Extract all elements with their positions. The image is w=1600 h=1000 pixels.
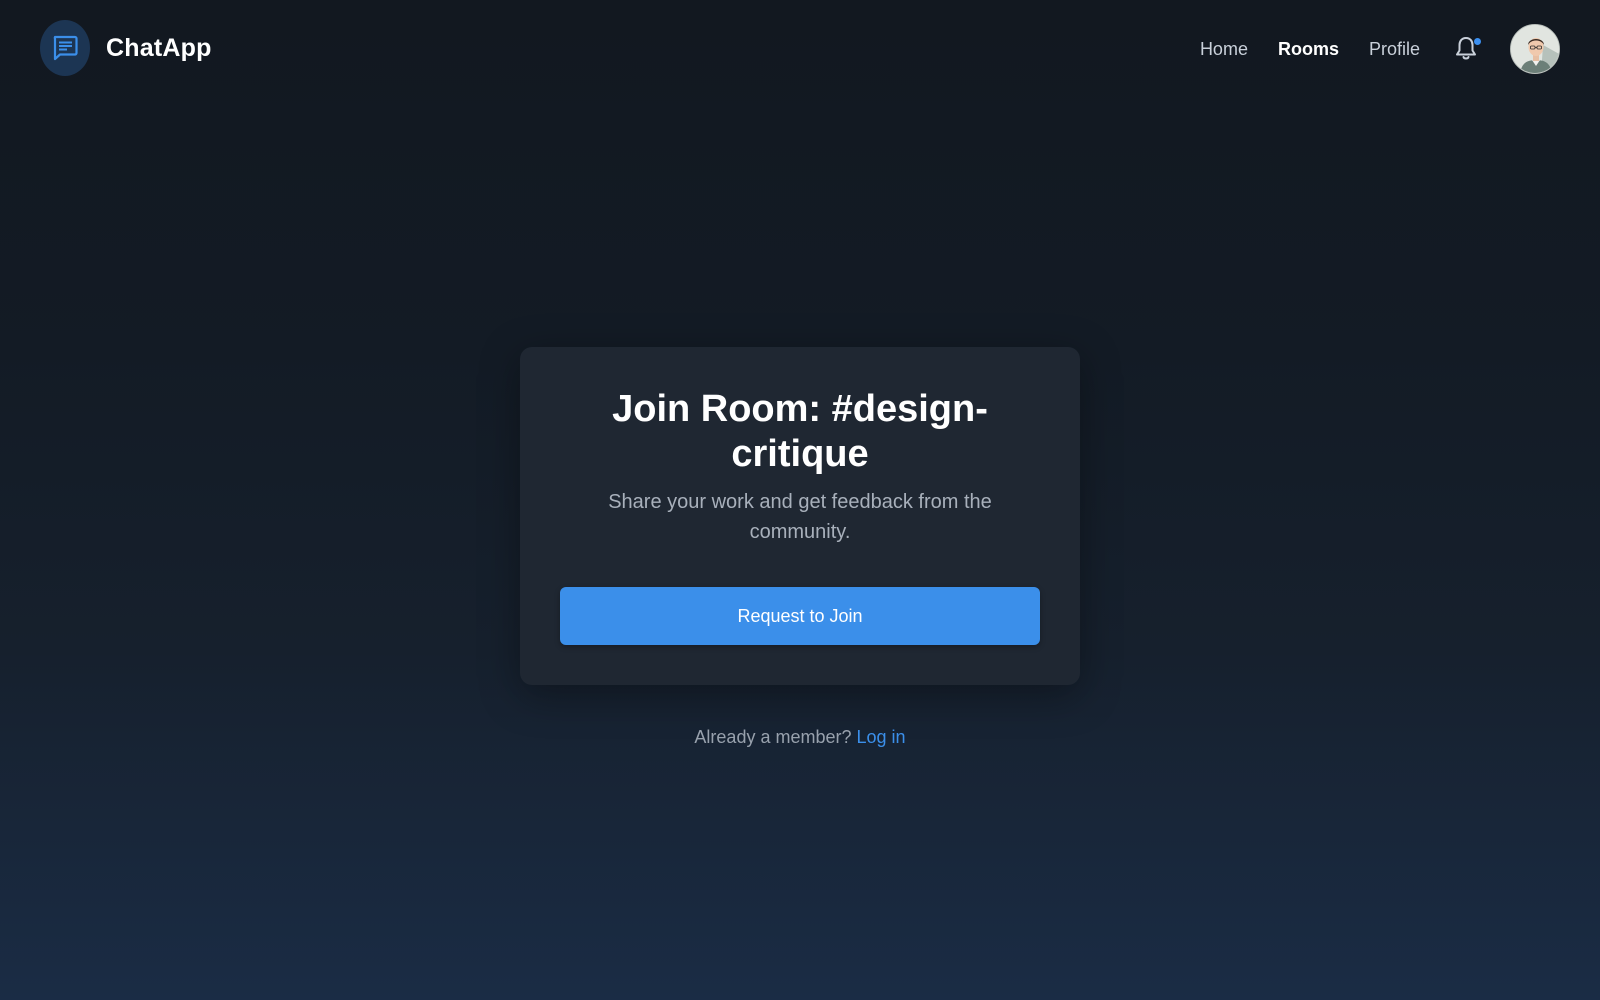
request-to-join-button[interactable]: Request to Join xyxy=(560,587,1040,645)
login-prompt: Already a member? Log in xyxy=(0,727,1600,748)
brand-home-link[interactable]: ChatApp xyxy=(40,20,212,76)
top-navigation-bar: ChatApp Home Rooms Profile xyxy=(0,0,1600,96)
join-room-card: Join Room: #design-critique Share your w… xyxy=(520,347,1080,685)
room-title: Join Room: #design-critique xyxy=(612,388,988,475)
app-name: ChatApp xyxy=(106,33,212,62)
login-prompt-text: Already a member? xyxy=(694,727,852,747)
nav-home-link[interactable]: Home xyxy=(1200,39,1248,60)
main-nav: Home Rooms Profile xyxy=(1200,24,1560,74)
chat-bubble-icon xyxy=(40,20,90,76)
nav-rooms-link[interactable]: Rooms xyxy=(1278,39,1339,60)
user-avatar[interactable] xyxy=(1510,24,1560,74)
nav-profile-link[interactable]: Profile xyxy=(1369,39,1420,60)
room-description: Share your work and get feedback from th… xyxy=(608,491,992,543)
notification-dot xyxy=(1474,38,1481,45)
bell-icon[interactable] xyxy=(1454,35,1481,63)
login-link[interactable]: Log in xyxy=(857,727,906,747)
